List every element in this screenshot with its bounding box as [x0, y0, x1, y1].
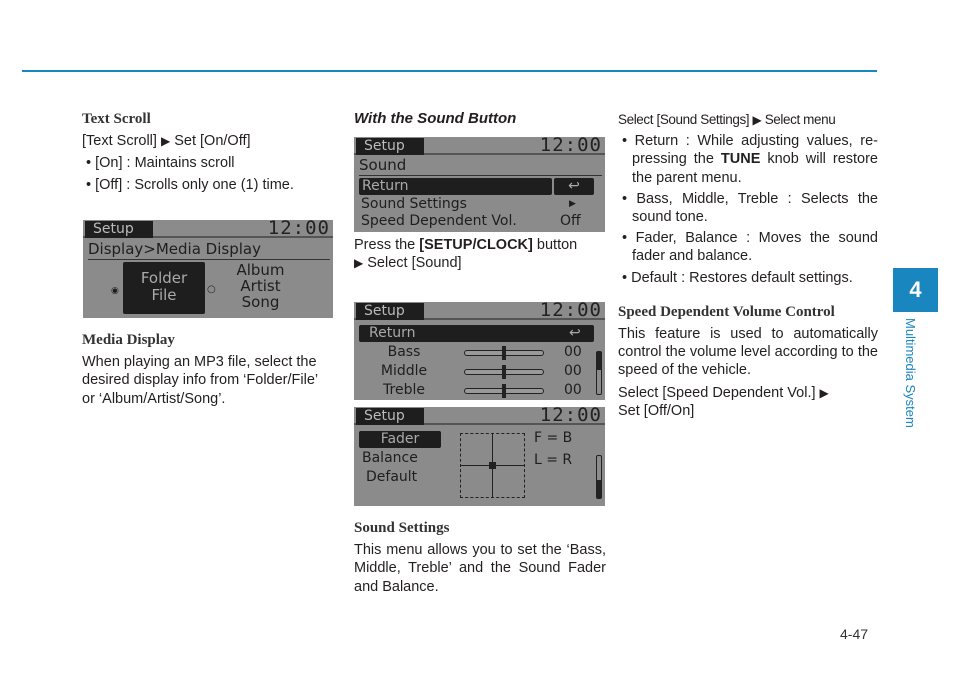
balance-item: Balance: [362, 450, 418, 466]
arrow-right-icon: ▶: [819, 385, 829, 400]
arrow-right-icon: ▶: [569, 199, 576, 209]
middle-value: 00: [564, 363, 582, 379]
clock: 12:00: [539, 407, 602, 426]
return-item: Return: [359, 325, 594, 342]
bullet-on: • [On] : Maintains scroll: [86, 155, 235, 172]
press-text-2: button: [536, 237, 578, 253]
album-artist-song-option: Album Artist Song: [236, 261, 285, 311]
speed-dependent-vol-item: Speed Dependent Vol.: [361, 213, 517, 229]
folder-file-option: Folder File: [123, 262, 205, 314]
screen-header: Setup 12:00: [354, 302, 605, 321]
treble-slider: [464, 384, 544, 398]
bullet-tone: • Bass, Middle, Treble : Selects the sou…: [622, 190, 878, 226]
balance-value: L = R: [534, 452, 573, 468]
balance-point: [489, 462, 496, 469]
bullet-default: • Default : Restores default settings.: [622, 269, 853, 286]
scrollbar: [596, 455, 602, 499]
setup-clock-button-label: [SETUP/CLOCK]: [419, 237, 533, 253]
bass-label: Bass: [387, 344, 421, 360]
screen-header: Setup 12:00: [354, 137, 605, 156]
media-display-section: Media Display When playing an MP3 file, …: [82, 331, 334, 412]
media-display-heading: Media Display: [82, 332, 175, 348]
text-scroll-heading: Text Scroll: [82, 111, 151, 127]
middle-label: Middle: [380, 363, 428, 379]
setup-tag: Setup: [356, 138, 424, 155]
speed-volume-para: This feature is used to automatically co…: [618, 326, 878, 379]
press-instruction: Press the [SETUP/CLOCK] button ▶ Select […: [354, 236, 606, 276]
press-text: Press the: [354, 237, 416, 253]
column-2-heading: With the Sound Button: [354, 110, 606, 132]
heading-start: Select [Sound Settings]: [618, 112, 750, 127]
chapter-tab: 4: [893, 268, 938, 312]
treble-label: Treble: [383, 382, 425, 398]
clock: 12:00: [539, 302, 602, 321]
radio-selected-icon: ◉: [111, 286, 119, 296]
default-item: Default: [366, 469, 418, 485]
scrollbar: [596, 351, 602, 395]
return-item: Return: [359, 178, 552, 195]
treble-value: 00: [564, 382, 582, 398]
bullet-return: • Return : While adjusting values, re-pr…: [622, 133, 878, 186]
screen-header: Setup 12:00: [354, 407, 605, 426]
sound-menu-screen: Setup 12:00 Sound Return ↩ Sound Settings…: [354, 137, 605, 232]
sound-settings-para: This menu allows you to set the ‘Bass, M…: [354, 542, 606, 595]
column-1: Text Scroll [Text Scroll] ▶ Set [On/Off]…: [82, 110, 334, 197]
column-3: Select [Sound Settings] ▶ Select menu • …: [618, 111, 878, 424]
heading-end: Select menu: [764, 112, 836, 127]
bass-value: 00: [564, 344, 582, 360]
clock: 12:00: [267, 220, 330, 239]
media-display-para: When playing an MP3 file, select the des…: [82, 354, 318, 407]
svc-select-text: Select [Speed Dependent Vol.]: [618, 384, 816, 401]
middle-slider: [464, 365, 544, 379]
arrow-right-icon: ▶: [752, 113, 762, 127]
fader-value: F = B: [534, 430, 573, 446]
bass-slider: [464, 346, 544, 360]
sound-settings-heading: Sound Settings: [354, 520, 450, 536]
page-number: 4-47: [840, 626, 869, 642]
return-arrow-icon: ↩: [554, 178, 594, 195]
screen-title: Display>Media Display: [88, 240, 261, 258]
text-scroll-path: [Text Scroll] ▶ Set [On/Off]: [82, 132, 334, 150]
media-display-screen: Setup 12:00 Display>Media Display ◉ Folde…: [83, 220, 333, 318]
bullet-off: • [Off] : Scrolls only one (1) time.: [86, 176, 294, 193]
speed-volume-heading: Speed Dependent Volume Control: [618, 303, 835, 320]
clock: 12:00: [539, 137, 602, 156]
arrow-right-icon: ▶: [354, 256, 364, 271]
path-end: Set [On/Off]: [174, 133, 251, 150]
fader-balance-screen: Setup 12:00 Fader Balance Default F = B L…: [354, 407, 605, 506]
screen-header: Setup 12:00: [83, 220, 333, 239]
divider: [359, 175, 602, 176]
select-menu-heading: Select [Sound Settings] ▶ Select menu: [618, 111, 878, 129]
arrow-right-icon: ▶: [160, 134, 171, 149]
radio-unselected-icon: ○: [207, 284, 216, 295]
sound-settings-section: Sound Settings This menu allows you to s…: [354, 519, 606, 600]
setup-tag: Setup: [356, 408, 424, 425]
sound-button-heading: With the Sound Button: [354, 110, 517, 127]
header-rule: [22, 70, 877, 72]
select-sound-text: Select [Sound]: [367, 255, 462, 272]
sound-settings-item: Sound Settings: [361, 196, 467, 212]
fader-balance-grid: [460, 433, 525, 498]
bullet-fader: • Fader, Balance : Moves the sound fader…: [622, 230, 878, 265]
svc-set-text: Set [Off/On]: [618, 402, 695, 419]
section-label: Multimedia System: [903, 318, 918, 428]
path-start: [Text Scroll]: [82, 133, 157, 150]
speed-vol-value: Off: [560, 213, 581, 229]
divider: [88, 259, 330, 260]
fader-item: Fader: [359, 431, 441, 448]
screen-title: Sound: [359, 156, 407, 174]
tone-screen: Setup 12:00 Return ↩ Bass 00 Middle 00 Tr…: [354, 302, 605, 400]
return-arrow-icon: ↩: [569, 325, 581, 341]
setup-tag: Setup: [356, 303, 424, 320]
setup-tag: Setup: [85, 221, 153, 238]
